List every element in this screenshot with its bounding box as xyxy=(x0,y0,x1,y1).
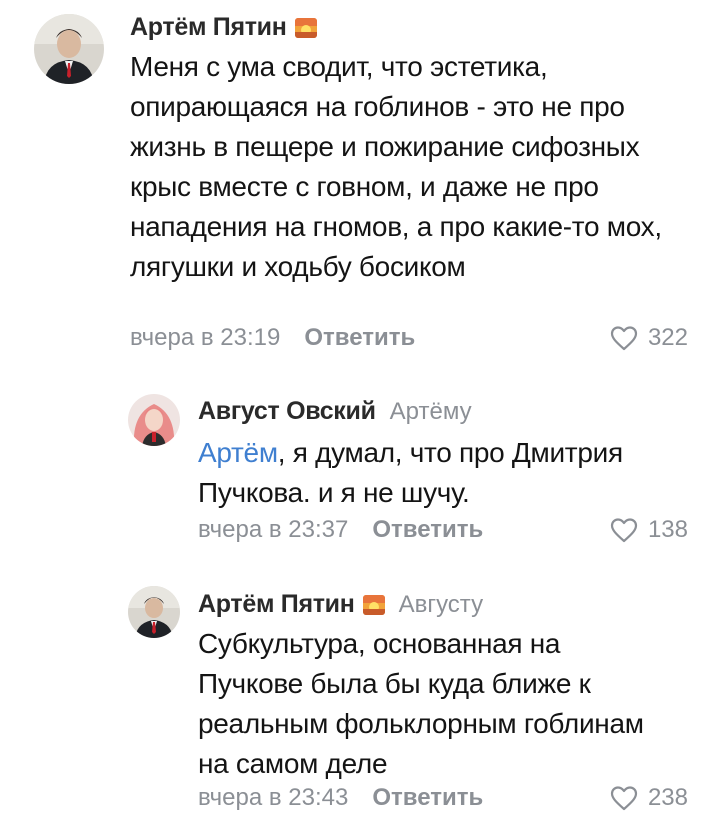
comment-meta: вчера в 23:37 Ответить xyxy=(198,516,483,544)
author-line: Артём Пятин xyxy=(130,13,317,42)
author-line: Артём Пятин Августу xyxy=(198,590,483,619)
comment-text: Артём, я думал, что про Дмитрия Пучкова.… xyxy=(198,433,698,513)
like-button[interactable]: 138 xyxy=(610,516,688,544)
like-count: 138 xyxy=(647,516,688,543)
author-name[interactable]: Артём Пятин xyxy=(198,590,355,619)
mention-link[interactable]: Артём xyxy=(198,437,278,468)
comment-meta: вчера в 23:19 Ответить xyxy=(130,324,415,352)
like-count: 238 xyxy=(647,784,688,811)
avatar[interactable] xyxy=(128,586,180,638)
comment-text: Субкультура, основанная на Пучкове была … xyxy=(198,628,644,779)
like-button[interactable]: 238 xyxy=(610,784,688,812)
heart-outline-icon xyxy=(610,517,638,543)
author-line: Август Овский Артёму xyxy=(198,397,472,426)
like-button[interactable]: 322 xyxy=(610,324,688,352)
comment-meta: вчера в 23:43 Ответить xyxy=(198,784,483,812)
timestamp[interactable]: вчера в 23:37 xyxy=(198,516,348,544)
comment: Артём Пятин Августу Субкультура, основан… xyxy=(0,570,720,824)
reply-button[interactable]: Ответить xyxy=(372,516,483,544)
reply-to-link[interactable]: Августу xyxy=(399,591,484,619)
sunset-emoji-icon xyxy=(362,594,385,615)
reply-button[interactable]: Ответить xyxy=(372,784,483,812)
avatar[interactable] xyxy=(34,14,104,84)
reply-to-link[interactable]: Артёму xyxy=(390,398,472,426)
comment: Артём Пятин Меня с ума сводит, что эстет… xyxy=(0,0,720,370)
reply-button[interactable]: Ответить xyxy=(304,324,415,352)
sunset-emoji-icon xyxy=(294,17,317,38)
like-count: 322 xyxy=(647,324,688,351)
comment: Август Овский Артёму Артём, я думал, что… xyxy=(0,380,720,550)
avatar[interactable] xyxy=(128,394,180,446)
heart-outline-icon xyxy=(610,785,638,811)
author-name[interactable]: Август Овский xyxy=(198,397,376,426)
timestamp[interactable]: вчера в 23:19 xyxy=(130,324,280,352)
heart-outline-icon xyxy=(610,325,638,351)
timestamp[interactable]: вчера в 23:43 xyxy=(198,784,348,812)
author-name[interactable]: Артём Пятин xyxy=(130,13,287,42)
comment-text: Меня с ума сводит, что эстетика, опирающ… xyxy=(130,51,662,282)
